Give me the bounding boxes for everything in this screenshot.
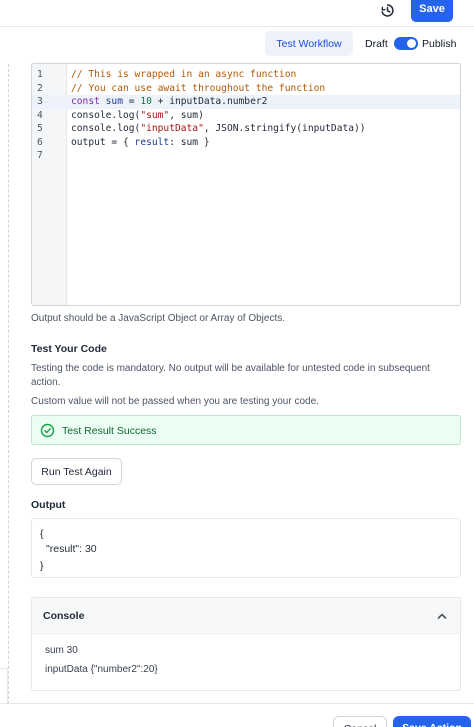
output-title: Output [31, 499, 66, 511]
code-token: console.log( [71, 109, 141, 121]
test-section-title: Test Your Code [31, 343, 107, 355]
code-token: const [71, 96, 106, 107]
code-line[interactable]: 2 // You can use await throughout the fun… [32, 82, 460, 96]
output-line: "result": 30 [46, 543, 97, 555]
mandatory-test-text: Testing the code is mandatory. No output… [31, 363, 430, 388]
code-token: result [134, 136, 170, 148]
code-text: const sum = 10 + inputData.number2 [71, 95, 267, 109]
code-token: 10 [140, 96, 152, 107]
check-circle-icon [40, 423, 55, 438]
publish-toggle[interactable] [394, 37, 418, 50]
test-result-text: Test Result Success [62, 425, 157, 437]
line-number: 4 [37, 109, 43, 121]
output-line: } [40, 560, 44, 572]
toggle-knob [407, 39, 416, 48]
save-action-button[interactable]: Save Action [393, 716, 471, 727]
code-token: sum [105, 96, 123, 107]
code-text: // You can use await throughout the func… [71, 82, 325, 96]
code-token: // You can use await throughout the func… [71, 82, 326, 94]
code-line[interactable]: 6 output = { result: sum } [32, 136, 460, 150]
code-token: , JSON.stringify(inputData)) [203, 123, 366, 134]
line-number: 2 [37, 82, 43, 94]
save-button[interactable]: Save [411, 0, 453, 22]
code-token: "inputData" [140, 123, 204, 134]
console-log-line: sum 30 [45, 645, 78, 656]
console-log-line: inputData {"number2":20} [45, 664, 158, 675]
code-token: = [122, 96, 141, 107]
code-token: "sum" [140, 109, 170, 121]
publish-label: Publish [422, 38, 457, 50]
code-editor[interactable]: 1 // This is wrapped in an async function… [31, 63, 461, 306]
run-test-again-button[interactable]: Run Test Again [31, 458, 122, 485]
code-line[interactable]: 7 [32, 149, 460, 163]
chevron-up-icon[interactable] [436, 610, 448, 622]
line-number: 5 [37, 123, 43, 134]
test-result-banner: Test Result Success [31, 415, 461, 445]
code-line[interactable]: 3 const sum = 10 + inputData.number2 [32, 95, 460, 109]
workflow-toolbar: Test Workflow Draft Publish [0, 28, 474, 62]
code-text: console.log("sum", sum) [71, 109, 204, 123]
code-token: output = { [71, 136, 135, 148]
test-workflow-button[interactable]: Test Workflow [265, 31, 353, 56]
console-header[interactable]: Console [32, 598, 460, 634]
output-line: { [40, 528, 44, 540]
code-token: + inputData.number2 [151, 96, 268, 107]
code-token: // This is wrapped in an async function [71, 69, 297, 80]
code-token: console.log( [71, 123, 141, 134]
top-bar: Save [0, 0, 474, 27]
output-hint: Output should be a JavaScript Object or … [31, 313, 286, 324]
history-clock-icon [381, 3, 394, 17]
code-text: console.log("inputData", JSON.stringify(… [71, 122, 366, 136]
custom-value-note: Custom value will not be passed when you… [31, 396, 319, 407]
console-panel: Console sum 30 inputData {"number2":20} [31, 597, 461, 691]
line-number: 6 [37, 136, 43, 148]
line-number: 1 [37, 69, 43, 80]
console-title: Console [43, 610, 85, 622]
output-box: { "result": 30 } [31, 518, 461, 578]
line-number: 3 [37, 96, 43, 107]
draft-label: Draft [365, 38, 388, 50]
code-token: , sum) [169, 109, 204, 121]
code-line[interactable]: 5 console.log("inputData", JSON.stringify… [32, 122, 460, 136]
code-text: output = { result: sum } [71, 136, 210, 150]
action-footer: Cancel Save Action [0, 703, 474, 727]
line-number: 7 [37, 150, 43, 161]
history-button[interactable] [377, 0, 397, 20]
cancel-button[interactable]: Cancel [333, 716, 387, 727]
canvas-guide-line [8, 64, 9, 724]
code-line[interactable]: 4 console.log("sum", sum) [32, 109, 460, 123]
code-text: // This is wrapped in an async function [71, 68, 296, 82]
code-line[interactable]: 1 // This is wrapped in an async function [32, 68, 460, 82]
code-token: : sum } [169, 136, 210, 148]
